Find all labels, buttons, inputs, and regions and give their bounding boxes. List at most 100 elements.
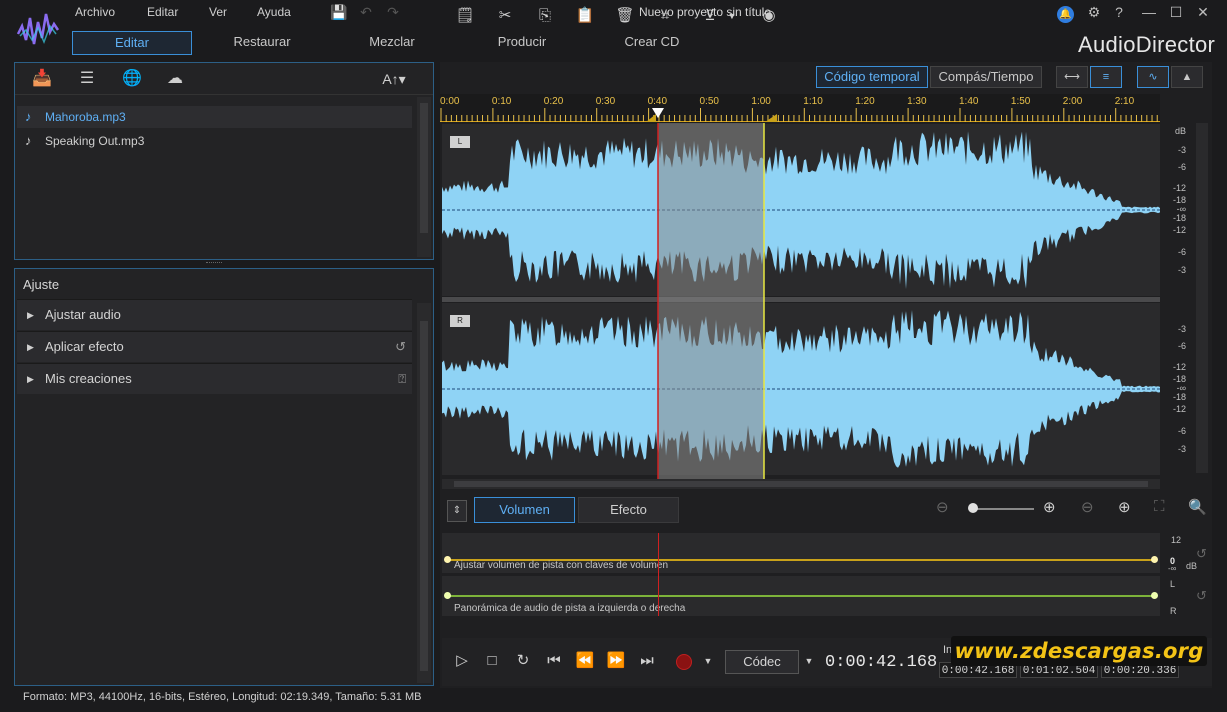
db-unit-label: dB — [1174, 126, 1186, 136]
pan-key-start[interactable] — [444, 592, 451, 599]
waveform-vscroll[interactable] — [1196, 123, 1208, 473]
properties-icon[interactable]: 🗒 — [454, 5, 476, 27]
brand-name: AudioDirector — [1078, 32, 1216, 57]
help-box-icon[interactable]: ⍰ — [398, 364, 406, 394]
settings-gear-icon[interactable]: ⚙ — [1085, 3, 1103, 21]
selection-region — [658, 123, 764, 479]
save-icon[interactable]: 💾 — [330, 3, 348, 21]
zoom-fit-icon[interactable]: ⛶ — [1154, 498, 1165, 515]
maximize-icon[interactable]: ☐ — [1167, 3, 1185, 21]
zoom-in-time-icon[interactable]: ⊕ — [1043, 498, 1056, 516]
my-creations-item[interactable]: ▶ Mis creaciones ⍰ — [17, 363, 412, 394]
adjust-title: Ajuste — [23, 277, 60, 292]
collapse-lanes-icon[interactable]: ⇕ — [447, 500, 467, 522]
volume-reset-icon[interactable]: ↺ — [1196, 546, 1207, 562]
rewind-icon[interactable]: ⏪ — [574, 650, 596, 672]
volume-scale-max: 12 — [1171, 535, 1182, 545]
zoom-out-amplitude-icon[interactable]: ⊖ — [1081, 498, 1094, 516]
redo-icon[interactable]: ↷ — [384, 3, 402, 21]
waveform-hscroll[interactable] — [442, 479, 1160, 489]
font-size-button[interactable]: A↑▾ — [377, 68, 411, 90]
undo-icon[interactable]: ↶ — [357, 3, 375, 21]
spectral-view-icon[interactable]: ≡ — [1090, 66, 1122, 88]
db-tick-label: -6 — [1177, 426, 1186, 436]
fast-forward-icon[interactable]: ⏩ — [605, 650, 627, 672]
codec-dropdown-icon[interactable]: ▼ — [798, 650, 820, 672]
selection-end-marker — [765, 114, 777, 122]
file-item[interactable]: ♪ Speaking Out.mp3 — [17, 130, 412, 152]
zoom-out-time-icon[interactable]: ⊖ — [936, 498, 949, 516]
cloud-icon[interactable]: ☁ — [163, 68, 187, 90]
help-icon[interactable]: ? — [1110, 3, 1128, 21]
library-toolbar: 📥 ☰ 🌐 ☁ A↑▾ — [15, 63, 433, 95]
cut-icon[interactable]: ✂ — [494, 5, 516, 27]
expand-triangle-icon: ▶ — [27, 310, 34, 320]
record-icon[interactable] — [676, 654, 692, 670]
ruler-markers — [440, 108, 1158, 122]
close-icon[interactable]: ✕ — [1194, 3, 1212, 21]
adjust-scrollbar[interactable] — [417, 303, 431, 683]
db-tick-label: -12 — [1172, 404, 1186, 414]
stop-icon[interactable]: □ — [481, 650, 503, 672]
db-tick-label: -6 — [1177, 247, 1186, 257]
menu-archivo[interactable]: Archivo — [75, 5, 115, 19]
tab-efecto[interactable]: Efecto — [578, 497, 679, 523]
silence-icon[interactable]: ◉ — [758, 5, 780, 27]
zoom-in-amplitude-icon[interactable]: ⊕ — [1118, 498, 1131, 516]
tab-restaurar[interactable]: Restaurar — [202, 31, 322, 55]
pan-key-end[interactable] — [1151, 592, 1158, 599]
zoom-selection-icon[interactable]: 🔍 — [1188, 498, 1207, 516]
zoom-slider-thumb[interactable] — [968, 503, 978, 513]
wave-display-icon[interactable]: ∿ — [1137, 66, 1169, 88]
online-icon[interactable]: 🌐 — [120, 68, 144, 90]
volume-key-end[interactable] — [1151, 556, 1158, 563]
go-start-icon[interactable]: ⏮ — [543, 650, 565, 672]
volume-key-start[interactable] — [444, 556, 451, 563]
import-icon[interactable]: 📥 — [30, 68, 54, 90]
volume-lane[interactable]: Ajustar volumen de pista con claves de v… — [442, 533, 1160, 573]
delete-icon[interactable]: 🗑 — [614, 5, 636, 27]
tab-volumen[interactable]: Volumen — [474, 497, 575, 523]
crop-icon[interactable]: ⌗ — [654, 5, 676, 27]
loop-icon[interactable]: ↻ — [512, 650, 534, 672]
zoom-slider[interactable] — [970, 508, 1034, 510]
paste-icon[interactable]: 📋 — [574, 5, 596, 27]
app-logo-icon — [16, 13, 60, 45]
tab-mezclar[interactable]: Mezclar — [332, 31, 452, 55]
notification-bell-icon[interactable]: 🔔 — [1057, 6, 1074, 23]
volume-scale-unit: dB — [1186, 561, 1198, 571]
db-tick-label: -3 — [1177, 145, 1186, 155]
file-item[interactable]: ♪ Mahoroba.mp3 — [17, 106, 412, 128]
waveform-area[interactable]: L R — [442, 123, 1160, 479]
insert-icon[interactable]: ⊻ — [699, 5, 721, 27]
record-dropdown-icon[interactable]: ▼ — [697, 650, 719, 672]
db-tick-label: -6 — [1177, 341, 1186, 351]
menu-ver[interactable]: Ver — [209, 5, 227, 19]
pan-reset-icon[interactable]: ↺ — [1196, 588, 1207, 604]
play-icon[interactable]: ▷ — [451, 650, 473, 672]
import-list-icon[interactable]: ☰ — [75, 68, 99, 90]
minimize-icon[interactable]: — — [1140, 3, 1158, 21]
timecode-mode-button[interactable]: Código temporal — [816, 66, 928, 88]
waveform-view-icon[interactable]: ⟷ — [1056, 66, 1088, 88]
menu-ayuda[interactable]: Ayuda — [257, 5, 291, 19]
insert-dropdown-icon[interactable]: ▼ — [721, 5, 743, 27]
reset-icon[interactable]: ↺ — [395, 332, 406, 362]
lanes-splitter[interactable] — [442, 524, 1212, 532]
adjust-audio-item[interactable]: ▶ Ajustar audio — [17, 299, 412, 330]
tab-editar[interactable]: Editar — [72, 31, 192, 55]
tab-producir[interactable]: Producir — [462, 31, 582, 55]
pan-lane[interactable]: Panorámica de audio de pista a izquierda… — [442, 576, 1160, 616]
expand-triangle-icon: ▶ — [27, 342, 34, 352]
menu-editar[interactable]: Editar — [147, 5, 178, 19]
go-end-icon[interactable]: ⏭ — [636, 650, 658, 672]
codec-button[interactable]: Códec — [725, 650, 799, 674]
copy-icon[interactable]: ⎘ — [534, 5, 556, 27]
bar-beat-mode-button[interactable]: Compás/Tiempo — [930, 66, 1042, 88]
apply-effect-item[interactable]: ▶ Aplicar efecto ↺ — [17, 331, 412, 362]
panel-splitter[interactable] — [206, 262, 222, 266]
adjust-item-label: Ajustar audio — [45, 307, 121, 322]
spectrum-display-icon[interactable]: ▲ — [1171, 66, 1203, 88]
tab-crear-cd[interactable]: Crear CD — [592, 31, 712, 55]
library-scrollbar[interactable] — [417, 97, 431, 257]
